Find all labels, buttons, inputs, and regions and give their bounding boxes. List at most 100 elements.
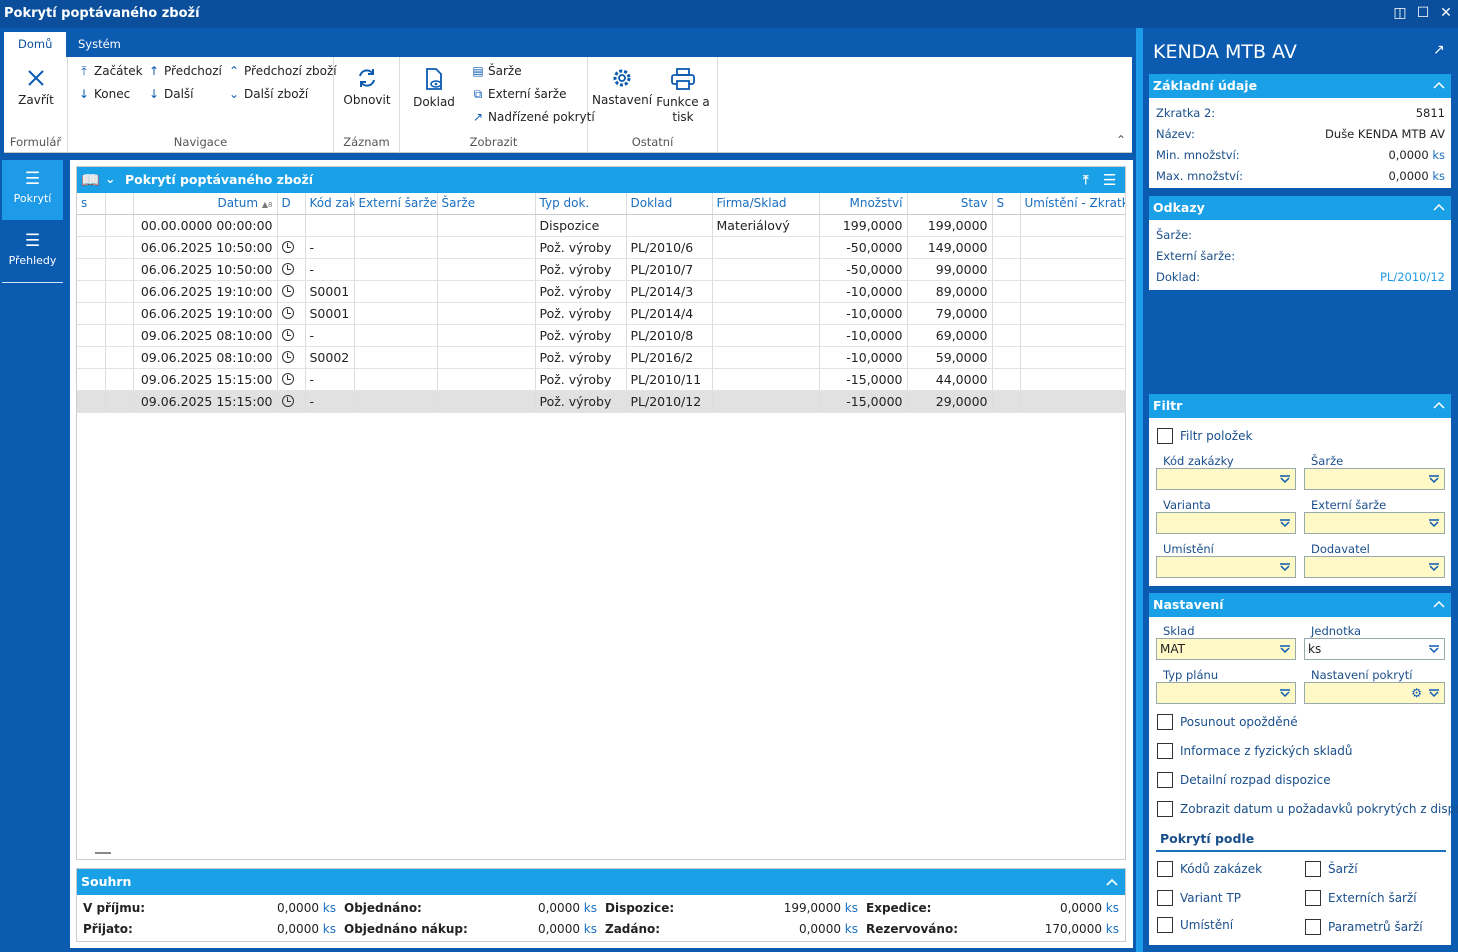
informace-checkbox[interactable]: [1157, 743, 1173, 759]
col-externi-sarze[interactable]: Externí šarže: [354, 193, 438, 215]
table-row[interactable]: 06.06.2025 19:10:00 S0001 Pož. výroby PL/20…: [77, 280, 1126, 303]
list-icon: ☰: [24, 169, 41, 189]
externi-sarze-button[interactable]: ⧉ Externí šarže: [470, 87, 567, 102]
col-sarze[interactable]: Šarže: [437, 193, 536, 215]
table-row[interactable]: 09.06.2025 15:15:00 - Pož. výroby PL/2010/1…: [77, 390, 1126, 413]
cell-doklad: PL/2016/2: [626, 346, 713, 369]
kod-zakazky-input[interactable]: [1156, 468, 1296, 490]
clock-icon: [281, 240, 294, 253]
predchozi-zbozi-button[interactable]: ⌃ Předchozí zboží: [226, 64, 337, 78]
printer-icon: [671, 68, 695, 90]
col-firma-sklad[interactable]: Firma/Sklad: [712, 193, 820, 215]
chevron-up-icon: ⌃: [228, 64, 240, 78]
nav-prehledy[interactable]: ☰ Přehledy: [2, 222, 63, 282]
posunout-checkbox[interactable]: [1157, 714, 1173, 730]
cell-datum: 06.06.2025 19:10:00: [133, 280, 278, 303]
umisteni-input[interactable]: [1156, 556, 1296, 578]
table-row[interactable]: 06.06.2025 10:50:00 - Pož. výroby PL/2010/7…: [77, 258, 1126, 281]
konec-button[interactable]: ↓ Konec: [76, 87, 130, 101]
dalsi-zbozi-button[interactable]: ⌄ Další zboží: [226, 87, 308, 101]
zacatek-button[interactable]: ⤒ Začátek: [76, 64, 142, 79]
col-s[interactable]: s: [77, 193, 106, 215]
col-mnozstvi[interactable]: Množství: [819, 193, 908, 215]
tab-system[interactable]: Systém: [64, 32, 135, 57]
col-datum[interactable]: Datum ▲8: [133, 193, 278, 215]
zobrazit-datum-checkbox[interactable]: [1157, 801, 1173, 817]
open-external-icon[interactable]: ↗: [1433, 42, 1445, 58]
variant-tp-label: Variant TP: [1180, 891, 1241, 905]
dalsi-button[interactable]: ↓ Další: [146, 87, 194, 101]
predchozi-button[interactable]: ↑ Předchozí: [146, 64, 222, 78]
nastaveni-pokryti-input[interactable]: ⚙: [1304, 682, 1445, 704]
cell-externi-sarze: [354, 368, 438, 391]
col-d[interactable]: D: [277, 193, 306, 215]
nastaveni-button[interactable]: Nastavení: [592, 67, 652, 107]
table-row[interactable]: 06.06.2025 10:50:00 - Pož. výroby PL/2010/6…: [77, 236, 1126, 259]
cell-externi-sarze: [354, 324, 438, 347]
variant-tp-checkbox[interactable]: [1157, 890, 1173, 906]
gear-icon[interactable]: ⚙: [1411, 683, 1422, 703]
parametru-sarzi-checkbox[interactable]: [1305, 919, 1321, 935]
cell-kod: -: [305, 368, 355, 391]
close-form-button[interactable]: Zavřít: [12, 67, 60, 107]
cell-kod: S0002: [305, 346, 355, 369]
collapse-grid-icon[interactable]: ⌄: [105, 166, 115, 192]
scroll-grip[interactable]: [95, 852, 111, 854]
book-icon[interactable]: 📖: [81, 167, 100, 193]
summary-value: 0,0000: [798, 922, 841, 936]
externich-sarzi-checkbox[interactable]: [1305, 890, 1321, 906]
filtr-polozek-checkbox[interactable]: [1157, 428, 1173, 444]
restore-icon[interactable]: ◫: [1392, 5, 1408, 21]
col-kod-zakazky[interactable]: Kód zakázky: [305, 193, 355, 215]
cell-s2: [992, 280, 1021, 303]
sklad-input[interactable]: MAT: [1156, 638, 1296, 660]
doklad-button[interactable]: Doklad: [408, 67, 460, 109]
cell-s: [77, 280, 106, 303]
nadrizene-pokryti-button[interactable]: ↗ Nadřízené pokrytí: [470, 110, 595, 124]
detailni-checkbox[interactable]: [1157, 772, 1173, 788]
cell-s: [77, 368, 106, 391]
typ-planu-input[interactable]: [1156, 682, 1296, 704]
window-title: Pokrytí poptávaného zboží: [4, 6, 200, 21]
externi-sarze-label: Externí šarže: [1311, 498, 1387, 512]
table-row[interactable]: 09.06.2025 08:10:00 S0002 Pož. výroby PL/20…: [77, 346, 1126, 369]
col-stav[interactable]: Stav: [907, 193, 993, 215]
dodavatel-input[interactable]: [1304, 556, 1445, 578]
summary-value: 0,0000: [537, 922, 580, 936]
collapse-ribbon-icon[interactable]: ⌃: [1116, 133, 1126, 147]
menu-icon[interactable]: ☰: [1103, 167, 1116, 193]
table-row[interactable]: 06.06.2025 19:10:00 S0001 Pož. výroby PL/20…: [77, 302, 1126, 325]
cell-sarze: [437, 258, 536, 281]
externi-sarze-input[interactable]: [1304, 512, 1445, 534]
jednotka-input[interactable]: ks: [1304, 638, 1445, 660]
close-icon[interactable]: ✕: [1438, 5, 1454, 21]
sarze-button[interactable]: ▤ Šarže: [470, 64, 521, 78]
pin-top-icon[interactable]: ⤒: [1083, 167, 1089, 193]
funkce-tisk-button[interactable]: Funkce a tisk: [654, 67, 712, 125]
tab-domu[interactable]: Domů: [4, 32, 67, 57]
summary-item: V příjmu: 0,0000 ks: [83, 901, 336, 915]
table-row[interactable]: 09.06.2025 15:15:00 - Pož. výroby PL/2010/1…: [77, 368, 1126, 391]
varianta-input[interactable]: [1156, 512, 1296, 534]
col-s2[interactable]: S: [992, 193, 1021, 215]
sarzi-checkbox[interactable]: [1305, 861, 1321, 877]
summary-value: 0,0000: [276, 922, 319, 936]
sarze-input[interactable]: [1304, 468, 1445, 490]
nav-pokryti[interactable]: ☰ Pokrytí: [2, 160, 63, 220]
col-doklad[interactable]: Doklad: [626, 193, 713, 215]
table-row[interactable]: 00.00.0000 00:00:00 Dispozice Materiálový 1…: [77, 214, 1126, 237]
cell-stav: 89,0000: [907, 280, 993, 303]
col-umisteni[interactable]: Umístění - Zkratka: [1020, 193, 1126, 215]
maximize-icon[interactable]: ☐: [1415, 5, 1431, 21]
kodu-zakazek-checkbox[interactable]: [1157, 861, 1173, 877]
cell-datum: 09.06.2025 08:10:00: [133, 346, 278, 369]
doklad-link[interactable]: PL/2010/12: [1380, 270, 1445, 284]
cell-s2: [992, 214, 1021, 237]
col-typ-dok[interactable]: Typ dok.: [535, 193, 627, 215]
col-blank[interactable]: [105, 193, 134, 215]
gear-icon: [613, 69, 631, 87]
umisteni-checkbox[interactable]: [1157, 917, 1173, 933]
table-row[interactable]: 09.06.2025 08:10:00 - Pož. výroby PL/2010/8…: [77, 324, 1126, 347]
cell-blank: [105, 236, 134, 259]
obnovit-button[interactable]: Obnovit: [340, 67, 394, 107]
